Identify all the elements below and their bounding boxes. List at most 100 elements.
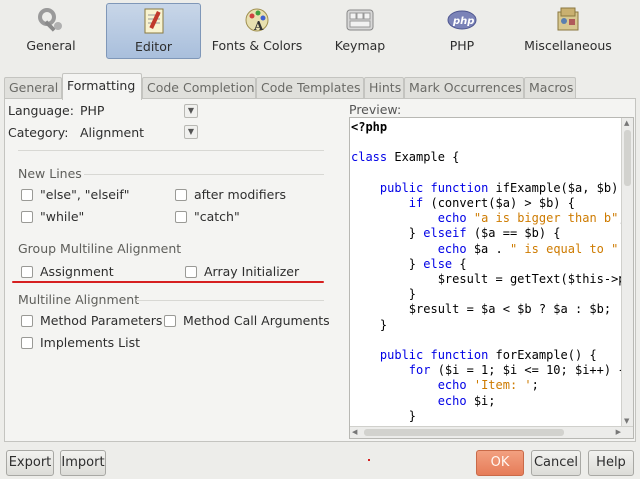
scroll-right-arrow-icon[interactable]: ▶ [616,428,621,436]
svg-text:php: php [452,16,474,27]
checkbox-method-call-arguments[interactable]: Method Call Arguments [164,313,330,328]
checkbox-after-modifiers[interactable]: after modifiers [175,187,286,202]
code-line: class Example { [351,150,460,165]
checkbox-label: Method Call Arguments [183,313,330,328]
checkbox-box[interactable] [21,336,33,349]
category-miscellaneous[interactable]: Miscellaneous [520,3,616,59]
code-line: } [351,317,388,332]
preview-code: <?php class Example { public function if… [351,120,621,426]
editor-tabs: General Formatting Code Completion Code … [4,73,640,100]
category-miscellaneous-label: Miscellaneous [524,38,612,53]
code-line: echo 'Item: '; [437,378,539,393]
category-fonts-colors[interactable]: A Fonts & Colors [210,3,304,59]
category-dropdown-arrow-icon[interactable]: ▼ [184,125,198,139]
checkbox-label: Method Parameters [40,313,163,328]
miscellaneous-icon [557,7,579,31]
checkbox-box[interactable] [164,314,176,327]
editor-icon [144,8,163,34]
code-line: $result = $a < $b ? $a : $b; [351,302,612,317]
code-line: echo "a is bigger than b"; [437,211,621,226]
fonts-colors-icon: A [245,8,269,33]
checkbox-box[interactable] [21,210,33,223]
scroll-left-arrow-icon[interactable]: ◀ [352,428,357,436]
code-line: public function ifExample($a, $b) { [379,180,621,195]
code-line: for ($i = 1; $i <= 10; $i++) { [408,363,621,378]
import-button[interactable]: Import [60,450,106,476]
category-editor-label: Editor [135,39,172,54]
scroll-up-arrow-icon[interactable]: ▲ [624,119,629,127]
scroll-thumb[interactable] [624,130,631,186]
scroll-thumb[interactable] [364,429,564,436]
export-button[interactable]: Export [6,450,54,476]
php-icon: php [447,10,477,30]
code-line: } [351,408,417,423]
section-rule [136,300,324,301]
preview-label: Preview: [349,102,402,117]
checkbox-implements-list[interactable]: Implements List [21,335,140,350]
checkbox-catch[interactable]: "catch" [175,209,240,224]
tab-mark-occurrences[interactable]: Mark Occurrences [404,77,524,99]
cancel-button[interactable]: Cancel [531,450,581,476]
preview-horizontal-scrollbar[interactable]: ◀ ▶ [350,426,633,438]
category-toolbar: General Editor A Fonts & Colors Keymap p [0,0,640,62]
svg-text:A: A [253,19,264,33]
section-multiline-alignment: Multiline Alignment [18,292,140,307]
checkbox-box[interactable] [21,314,33,327]
tab-code-templates[interactable]: Code Templates [256,77,364,99]
checkbox-array-initializer[interactable]: Array Initializer [185,264,299,279]
tab-formatting[interactable]: Formatting [62,73,142,100]
category-general[interactable]: General [10,3,92,59]
code-line: echo $i; [437,393,496,408]
section-group-multiline-alignment: Group Multiline Alignment [18,241,182,256]
general-icon [38,8,62,32]
category-combo[interactable]: Alignment [80,125,144,140]
checkbox-label: after modifiers [194,187,286,202]
section-new-lines: New Lines [18,166,82,181]
language-combo[interactable]: PHP [80,103,104,118]
category-keymap-label: Keymap [334,38,386,53]
section-rule [84,174,324,175]
code-line: if (convert($a) > $b) { [408,196,575,211]
checkbox-box[interactable] [185,265,197,278]
checkbox-else-elseif[interactable]: "else", "elseif" [21,187,130,202]
code-line: $result = getText($this->property1, $thi… [437,272,621,287]
code-line: } [351,287,417,302]
checkbox-label: Implements List [40,335,140,350]
preview-pane[interactable]: <?php class Example { public function if… [349,117,634,439]
category-fonts-colors-label: Fonts & Colors [211,38,303,53]
ok-button[interactable]: OK [476,450,524,476]
checkbox-label: "else", "elseif" [40,187,130,202]
category-php[interactable]: php PHP [430,3,494,59]
scroll-down-arrow-icon[interactable]: ▼ [624,417,629,425]
checkbox-box[interactable] [175,210,187,223]
checkbox-label: "while" [40,209,85,224]
tab-general[interactable]: General [4,77,62,99]
tab-hints[interactable]: Hints [364,77,404,99]
checkbox-label: Array Initializer [204,264,300,279]
checkbox-assignment[interactable]: Assignment [21,264,114,279]
tab-code-completion[interactable]: Code Completion [142,77,256,99]
separator [18,150,324,151]
checkbox-while[interactable]: "while" [21,209,84,224]
code-line: <?php [351,120,388,134]
help-button[interactable]: Help [588,450,634,476]
code-line: echo $a . " is equal to " . $b; [437,241,619,256]
checkbox-box[interactable] [21,188,33,201]
language-dropdown-arrow-icon[interactable]: ▼ [184,104,198,118]
preview-vertical-scrollbar[interactable]: ▲ ▼ [621,118,633,426]
tab-macros[interactable]: Macros [524,77,576,99]
checkbox-box[interactable] [21,265,33,278]
checkbox-box[interactable] [175,188,187,201]
keymap-icon [346,9,374,31]
category-php-label: PHP [449,38,475,53]
category-editor[interactable]: Editor [106,3,201,59]
code-line: } else { [351,256,467,271]
annotation-dot [368,459,370,461]
annotation-underline [12,281,324,283]
checkbox-method-parameters[interactable]: Method Parameters [21,313,162,328]
category-keymap[interactable]: Keymap [320,3,400,59]
language-label: Language: [8,103,74,118]
